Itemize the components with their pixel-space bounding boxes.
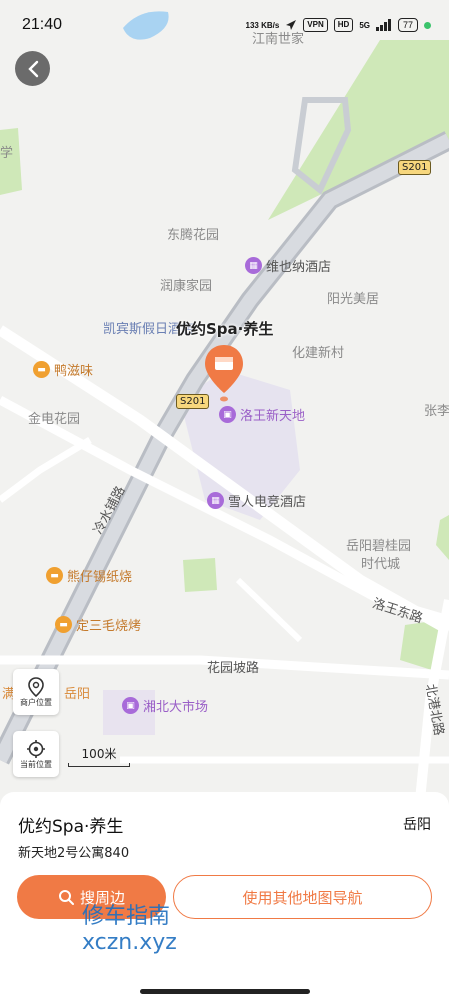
food-icon: ▬	[55, 616, 72, 633]
locate-icon	[27, 739, 45, 758]
home-indicator[interactable]	[140, 989, 310, 994]
road-shield-s201-top: S201	[398, 160, 432, 175]
place-name: 优约Spa·养生	[18, 817, 124, 837]
area-shidaicheng: 时代城	[361, 557, 401, 572]
poi-yazi[interactable]: ▬ 鸭滋味	[33, 360, 93, 379]
watermark-en: xczn.xyz	[82, 930, 177, 955]
poi-label: 洛王新天地	[240, 409, 306, 424]
food-icon: ▬	[33, 361, 50, 378]
map-view[interactable]: 江南世家 学 东腾花园 润康家园 阳光美居 化建新村 金电花园 张李 岳阳碧桂园…	[0, 0, 449, 800]
screen: 江南世家 学 东腾花园 润康家园 阳光美居 化建新村 金电花园 张李 岳阳碧桂园…	[0, 0, 449, 1000]
poi-dingsanmao[interactable]: ▬ 定三毛烧烤	[55, 615, 141, 634]
vpn-badge: VPN	[303, 18, 328, 32]
place-address: 新天地2号公寓840	[18, 846, 130, 861]
status-icons: 133 KB/s VPN HD 5G 77	[245, 18, 431, 32]
place-info-panel: 优约Spa·养生 岳阳 新天地2号公寓840 搜周边 使用其他地图导航 修车指南…	[0, 792, 449, 1000]
poi-label: 雪人电竞酒店	[228, 495, 307, 510]
watermark-cn: 修车指南	[82, 904, 171, 929]
watermark: 修车指南 xczn.xyz	[82, 904, 177, 956]
signal-icon	[375, 19, 391, 31]
current-location-label: 当前位置	[20, 759, 52, 769]
status-time: 21:40	[22, 16, 63, 33]
other-map-navigation-button[interactable]: 使用其他地图导航	[173, 875, 432, 919]
status-bar: 21:40 133 KB/s VPN HD 5G 77	[0, 0, 449, 52]
poi-label: 熊仔锡纸烧	[67, 570, 133, 585]
poi-label: 湘北大市场	[143, 700, 209, 715]
merchant-location-button[interactable]: 商户位置	[13, 669, 59, 715]
signal-label: 5G	[359, 20, 370, 30]
chevron-left-icon	[27, 60, 38, 77]
area-yangguang: 阳光美居	[327, 292, 380, 307]
search-icon	[58, 890, 74, 905]
area-yueyang: 岳阳	[64, 687, 91, 702]
place-city: 岳阳	[403, 817, 431, 833]
poi-label: 鸭滋味	[54, 364, 94, 379]
shopping-icon: ▣	[219, 406, 236, 423]
area-dongteng: 东腾花园	[167, 228, 220, 243]
back-button[interactable]	[15, 51, 50, 86]
area-biguiyuan: 岳阳碧桂园	[346, 539, 412, 554]
location-pin-icon[interactable]	[203, 343, 245, 403]
scale-label: 100米	[81, 747, 117, 761]
poi-xiangbei[interactable]: ▣ 湘北大市场	[122, 696, 208, 715]
area-huajian: 化建新村	[292, 346, 345, 361]
selected-place-label: 优约Spa·养生	[176, 320, 274, 338]
map-pin-icon	[28, 676, 44, 697]
area-runkang: 润康家园	[160, 279, 213, 294]
other-map-navigation-label: 使用其他地图导航	[242, 888, 363, 907]
poi-label: 维也纳酒店	[266, 260, 332, 275]
area-xue: 学	[0, 146, 14, 161]
scale-bar	[68, 763, 130, 767]
area-zhangli: 张李	[424, 404, 449, 419]
battery-icon: 77	[397, 18, 418, 32]
hotel-icon: ▦	[207, 492, 224, 509]
poi-label: 定三毛烧烤	[76, 619, 142, 634]
food-icon: ▬	[46, 567, 63, 584]
hotel-icon: ▦	[245, 257, 262, 274]
location-arrow-icon	[286, 20, 297, 30]
road-huayuanpo: 花园坡路	[207, 661, 260, 676]
net-speed: 133 KB/s	[245, 20, 280, 30]
hd-badge: HD	[333, 18, 354, 32]
status-dot-icon	[424, 21, 431, 29]
map-scale: 100米	[68, 745, 130, 767]
poi-weiyena[interactable]: ▦ 维也纳酒店	[245, 256, 331, 275]
poi-xiongzai[interactable]: ▬ 熊仔锡纸烧	[46, 566, 132, 585]
poi-xueren[interactable]: ▦ 雪人电竞酒店	[207, 491, 306, 510]
poi-luowang-xintiandi[interactable]: ▣ 洛王新天地	[219, 405, 305, 424]
shopping-icon: ▣	[122, 697, 139, 714]
current-location-button[interactable]: 当前位置	[13, 731, 59, 777]
merchant-location-label: 商户位置	[20, 697, 52, 707]
area-jindian: 金电花园	[28, 412, 81, 427]
